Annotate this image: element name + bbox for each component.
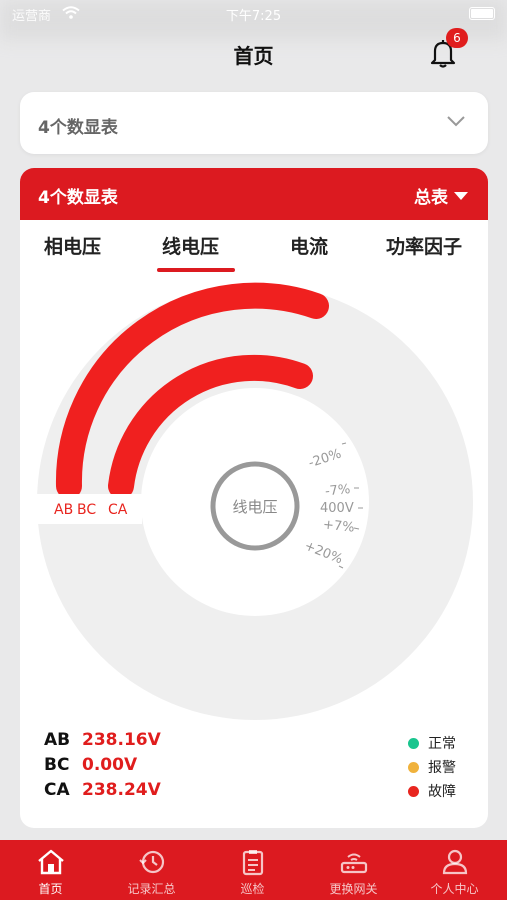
history-icon: [139, 850, 165, 874]
card-title: 4个数显表: [38, 188, 118, 208]
meter-select[interactable]: 总表: [414, 183, 448, 208]
nav-item-records[interactable]: 记录汇总: [101, 840, 202, 900]
nav-item-inspection[interactable]: 巡检: [202, 840, 303, 900]
status-bar: 运营商 下午7:25: [0, 0, 507, 28]
reading-row: AB 238.16V: [44, 730, 161, 755]
active-tab-indicator: [157, 268, 235, 272]
reading-label: BC: [44, 755, 70, 775]
battery-icon: [469, 7, 495, 20]
home-icon: [38, 849, 64, 875]
tab-current[interactable]: 电流: [290, 232, 328, 259]
reading-row: BC 0.00V: [44, 755, 161, 780]
nav-label: 更换网关: [329, 882, 378, 896]
reading-list: AB 238.16V BC 0.00V CA 238.24V: [44, 730, 161, 805]
legend-item-alarm: 报警: [408, 757, 456, 781]
router-icon: [340, 853, 368, 874]
legend-label: 故障: [428, 784, 456, 800]
status-legend: 正常 报警 故障: [408, 733, 456, 805]
reading-value: 238.24V: [82, 780, 161, 800]
center-label: 线电压: [232, 498, 277, 516]
scale-minus7: -7%: [324, 482, 351, 500]
nav-item-gateway[interactable]: 更换网关: [303, 840, 404, 900]
nav-label: 个人中心: [430, 882, 479, 896]
chevron-down-icon: [447, 116, 465, 127]
meter-group-dropdown[interactable]: 4个数显表: [20, 92, 488, 154]
ring-label-ca: CA: [108, 502, 128, 518]
legend-label: 报警: [428, 760, 456, 776]
reading-value: 0.00V: [82, 755, 138, 775]
tab-line-voltage[interactable]: 线电压: [162, 232, 219, 259]
ring-label-ab: AB: [54, 502, 73, 518]
meter-card: 4个数显表 总表 相电压 线电压 电流 功率因子 AB BC CA 线电压 -2…: [20, 168, 488, 828]
reading-row: CA 238.24V: [44, 780, 161, 805]
measure-tabs: 相电压 线电压 电流 功率因子: [20, 220, 488, 276]
bottom-nav: 首页 记录汇总 巡检 更换网关 个人中心: [0, 840, 507, 900]
nav-item-profile[interactable]: 个人中心: [404, 840, 505, 900]
status-dot-alarm: [408, 762, 419, 773]
tab-power-factor[interactable]: 功率因子: [386, 232, 462, 259]
voltage-gauge: AB BC CA 线电压 -20% -7% 400V +7% +20%: [36, 282, 473, 720]
card-header: 4个数显表 总表: [20, 168, 488, 220]
status-dot-normal: [408, 738, 419, 749]
reading-label: AB: [44, 730, 71, 750]
notification-badge: 6: [446, 28, 468, 48]
ring-label-bc: BC: [77, 502, 96, 518]
nav-label: 巡检: [240, 882, 265, 896]
nav-item-home[interactable]: 首页: [0, 840, 101, 900]
scale-400v: 400V: [320, 501, 354, 516]
clipboard-icon: [242, 850, 264, 876]
caret-down-icon[interactable]: [454, 192, 468, 200]
nav-label: 首页: [38, 882, 63, 896]
legend-item-normal: 正常: [408, 733, 456, 757]
reading-label: CA: [44, 780, 70, 800]
clock: 下午7:25: [225, 9, 282, 24]
status-dot-fault: [408, 786, 419, 797]
legend-label: 正常: [428, 736, 456, 752]
reading-value: 238.16V: [82, 730, 161, 750]
user-icon: [442, 849, 468, 875]
dropdown-value: 4个数显表: [38, 118, 118, 138]
legend-item-fault: 故障: [408, 781, 456, 805]
tab-phase-voltage[interactable]: 相电压: [44, 232, 101, 259]
nav-label: 记录汇总: [127, 882, 176, 896]
